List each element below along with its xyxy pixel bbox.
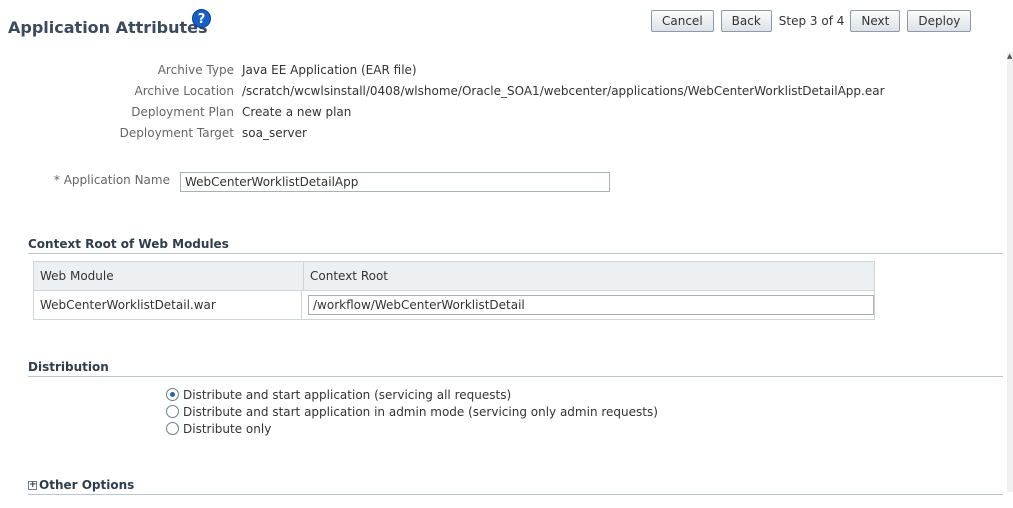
deployment-plan-row: Deployment Plan Create a new plan xyxy=(0,102,1000,122)
step-indicator: Step 3 of 4 xyxy=(778,14,845,28)
distribution-option-admin-mode[interactable]: Distribute and start application in admi… xyxy=(166,403,658,420)
context-root-input[interactable] xyxy=(308,295,874,315)
distribution-option-distribute-only[interactable]: Distribute only xyxy=(166,420,658,437)
context-root-table: Web Module Context Root WebCenterWorklis… xyxy=(33,261,875,320)
application-name-input[interactable] xyxy=(180,172,610,192)
radio-unselected-icon[interactable] xyxy=(166,405,179,418)
radio-label: Distribute only xyxy=(183,421,272,436)
deploy-button[interactable]: Deploy xyxy=(907,10,972,32)
distribution-heading: Distribution xyxy=(28,360,1003,377)
deployment-target-row: Deployment Target soa_server xyxy=(0,123,1000,143)
application-attributes-page: Application Attributes ? Cancel Back Ste… xyxy=(0,0,1013,508)
archive-type-label: Archive Type xyxy=(157,63,234,77)
archive-type-row: Archive Type Java EE Application (EAR fi… xyxy=(0,60,1000,80)
deployment-target-label: Deployment Target xyxy=(119,126,234,140)
radio-label: Distribute and start application (servic… xyxy=(183,387,512,402)
next-button[interactable]: Next xyxy=(850,10,901,32)
column-header-context-root: Context Root xyxy=(310,269,389,283)
table-row: WebCenterWorklistDetail.war xyxy=(34,291,874,319)
help-icon[interactable]: ? xyxy=(192,9,211,28)
deployment-plan-value: Create a new plan xyxy=(242,105,352,119)
other-options-label: Other Options xyxy=(39,478,135,492)
context-root-heading: Context Root of Web Modules xyxy=(28,237,1003,254)
distribution-option-start[interactable]: Distribute and start application (servic… xyxy=(166,386,658,403)
radio-label: Distribute and start application in admi… xyxy=(183,404,658,419)
deployment-target-value: soa_server xyxy=(242,126,307,140)
vertical-scrollbar[interactable] xyxy=(1007,52,1013,492)
archive-location-label: Archive Location xyxy=(134,84,234,98)
radio-selected-icon[interactable] xyxy=(166,388,179,401)
deployment-plan-label: Deployment Plan xyxy=(131,105,234,119)
expand-plus-icon[interactable]: + xyxy=(28,481,37,490)
wizard-toolbar: Cancel Back Step 3 of 4 Next Deploy xyxy=(651,9,978,33)
column-header-web-module: Web Module xyxy=(34,262,304,290)
archive-location-row: Archive Location /scratch/wcwlsinstall/0… xyxy=(0,81,1000,101)
other-options-heading[interactable]: + Other Options xyxy=(28,478,1003,495)
context-root-cell xyxy=(302,295,874,315)
scroll-up-arrow-icon[interactable]: ▲ xyxy=(1007,52,1013,60)
web-module-cell: WebCenterWorklistDetail.war xyxy=(34,291,302,319)
radio-unselected-icon[interactable] xyxy=(166,422,179,435)
archive-type-value: Java EE Application (EAR file) xyxy=(242,63,417,77)
cancel-button[interactable]: Cancel xyxy=(651,10,714,32)
table-header-row: Web Module Context Root xyxy=(34,262,874,291)
page-title: Application Attributes xyxy=(8,18,208,37)
application-name-label: * Application Name xyxy=(53,173,170,187)
archive-location-value: /scratch/wcwlsinstall/0408/wlshome/Oracl… xyxy=(242,84,885,98)
distribution-radio-group: Distribute and start application (servic… xyxy=(166,386,658,437)
back-button[interactable]: Back xyxy=(720,10,772,32)
